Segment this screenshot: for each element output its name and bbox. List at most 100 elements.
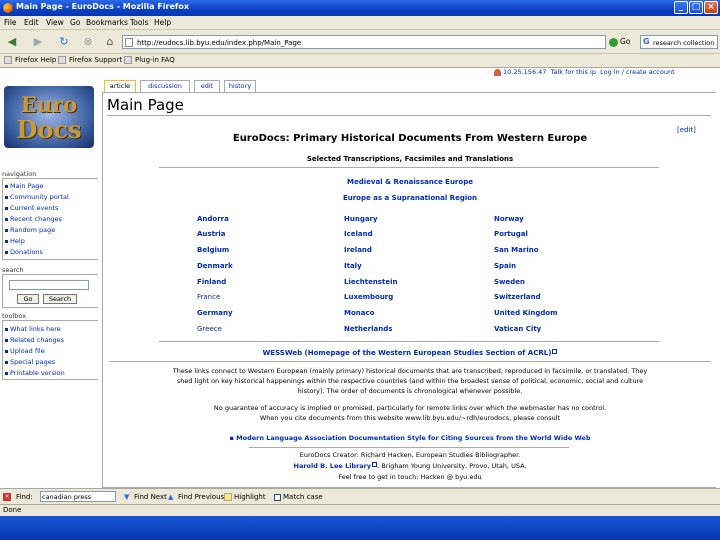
- country-link[interactable]: Norway: [494, 215, 524, 223]
- user-links: 10.25.156.47 Talk for this ip Log in / c…: [494, 68, 675, 76]
- close-button[interactable]: ×: [704, 1, 718, 14]
- wessweb-line: WESSWeb (Homepage of the Western Europea…: [103, 349, 717, 357]
- menu-go[interactable]: Go: [70, 18, 80, 27]
- menu-help[interactable]: Help: [154, 18, 171, 27]
- nav-current-events[interactable]: Current events: [4, 204, 58, 212]
- bookmark-firefox-help[interactable]: Firefox Help: [4, 56, 56, 64]
- full-search-button[interactable]: Search: [43, 294, 77, 304]
- country-link[interactable]: Luxembourg: [344, 293, 393, 301]
- country-link[interactable]: Denmark: [197, 262, 233, 270]
- country-link[interactable]: Italy: [344, 262, 362, 270]
- tab-history[interactable]: history: [224, 80, 256, 92]
- country-link[interactable]: France: [197, 293, 220, 301]
- tab-discussion[interactable]: discussion: [140, 80, 190, 92]
- country-link[interactable]: Spain: [494, 262, 516, 270]
- country-link[interactable]: Hungary: [344, 215, 378, 223]
- country-link[interactable]: San Marino: [494, 246, 539, 254]
- country-link[interactable]: Finland: [197, 278, 226, 286]
- close-find-icon[interactable]: ×: [3, 493, 11, 501]
- country-link[interactable]: Vatican City: [494, 325, 541, 333]
- country-link[interactable]: Liechtenstein: [344, 278, 397, 286]
- library-text: , Brigham Young University, Provo, Utah,…: [377, 462, 527, 470]
- match-case-label: Match case: [283, 493, 323, 501]
- bookmark-firefox-support[interactable]: Firefox Support: [58, 56, 122, 64]
- country-link[interactable]: Germany: [197, 309, 233, 317]
- tool-printable-version[interactable]: Printable version: [5, 369, 65, 377]
- mla-citation-link[interactable]: Modern Language Association Documentatio…: [236, 434, 590, 442]
- country-link[interactable]: Austria: [197, 230, 226, 238]
- wiki-search-input[interactable]: [9, 280, 89, 290]
- highlight-button[interactable]: Highlight: [224, 493, 266, 501]
- country-link[interactable]: Iceland: [344, 230, 373, 238]
- nav-recent-changes[interactable]: Recent changes: [5, 215, 62, 223]
- tool-what-links-here[interactable]: What links here: [5, 325, 61, 333]
- login-link[interactable]: Log in / create account: [600, 68, 675, 76]
- menu-tools[interactable]: Tools: [130, 18, 148, 27]
- bookmark-label: Firefox Support: [69, 56, 123, 64]
- url-input[interactable]: [137, 37, 597, 48]
- web-search-input[interactable]: [653, 37, 715, 48]
- wessweb-link[interactable]: WESSWeb: [263, 349, 303, 357]
- bookmark-plugin-faq[interactable]: Plug-in FAQ: [124, 56, 175, 64]
- menu-bookmarks[interactable]: Bookmarks: [86, 18, 128, 27]
- tool-special-pages[interactable]: Special pages: [4, 358, 55, 366]
- go-button[interactable]: Go: [609, 35, 639, 49]
- nav-donations[interactable]: Donations: [5, 248, 43, 256]
- country-link[interactable]: Switzerland: [494, 293, 541, 301]
- navigation-heading: navigation: [2, 170, 37, 178]
- status-text: Done: [3, 506, 22, 514]
- nav-main-page[interactable]: Main Page: [4, 182, 43, 190]
- stop-icon[interactable]: ⊗: [80, 34, 96, 50]
- nav-community-portal[interactable]: Community portal: [5, 193, 69, 201]
- talk-link[interactable]: Talk for this ip: [551, 68, 596, 76]
- navigation-toolbar: ◀ ▶ ↻ ⊗ ⌂ Go G: [0, 30, 720, 54]
- bookmark-label: Plug-in FAQ: [135, 56, 175, 64]
- minimize-button[interactable]: _: [674, 1, 688, 14]
- contact-line: Feel free to get in touch: Hacken @ byu.…: [338, 473, 482, 481]
- tab-edit[interactable]: edit: [194, 80, 220, 92]
- menu-view[interactable]: View: [46, 18, 64, 27]
- search-portlet: Go Search: [2, 274, 98, 308]
- tab-article[interactable]: article: [104, 80, 136, 92]
- tool-upload-file[interactable]: Upload file: [5, 347, 45, 355]
- country-link[interactable]: Greece: [197, 325, 222, 333]
- address-bar[interactable]: [122, 35, 606, 49]
- library-line: Harold B. Lee Library , Brigham Young Uni…: [103, 462, 717, 470]
- library-link[interactable]: Harold B. Lee Library: [294, 462, 372, 470]
- tool-related-changes[interactable]: Related changes: [4, 336, 64, 344]
- find-next-button[interactable]: ▼ Find Next: [124, 493, 167, 501]
- nav-random-page[interactable]: Random page: [4, 226, 55, 234]
- match-case-checkbox[interactable]: Match case: [274, 493, 323, 501]
- eurodocs-logo[interactable]: Euro Docs: [4, 86, 94, 148]
- supranational-link[interactable]: Europe as a Supranational Region: [103, 194, 717, 202]
- search-engine-box[interactable]: G: [640, 35, 718, 49]
- user-ip[interactable]: 10.25.156.47: [503, 68, 546, 76]
- country-link[interactable]: Ireland: [344, 246, 372, 254]
- main-content-panel: Main Page [edit] EuroDocs: Primary Histo…: [102, 92, 716, 488]
- window-title: Main Page - EuroDocs - Mozilla Firefox: [16, 2, 190, 11]
- creator-line: EuroDocs Creator: Richard Hacken, Europe…: [299, 451, 521, 459]
- go-search-button[interactable]: Go: [17, 294, 39, 304]
- find-previous-button[interactable]: ▲ Find Previous: [168, 493, 224, 501]
- forward-icon[interactable]: ▶: [30, 34, 46, 50]
- menu-edit[interactable]: Edit: [24, 18, 39, 27]
- main-heading: EuroDocs: Primary Historical Documents F…: [232, 133, 588, 144]
- toolbox-heading: toolbox: [2, 312, 27, 320]
- find-input[interactable]: [40, 491, 116, 502]
- nav-help[interactable]: Help: [5, 237, 25, 245]
- home-icon[interactable]: ⌂: [102, 34, 118, 50]
- medieval-renaissance-link[interactable]: Medieval & Renaissance Europe: [103, 178, 717, 186]
- country-link[interactable]: United Kingdom: [494, 309, 558, 317]
- menu-file[interactable]: File: [4, 18, 17, 27]
- back-icon[interactable]: ◀: [4, 34, 20, 50]
- country-link[interactable]: Netherlands: [344, 325, 392, 333]
- status-bar: Done: [0, 504, 720, 516]
- country-link[interactable]: Belgium: [197, 246, 229, 254]
- country-link[interactable]: Portugal: [494, 230, 528, 238]
- country-link[interactable]: Andorra: [197, 215, 229, 223]
- maximize-button[interactable]: □: [689, 1, 703, 14]
- country-link[interactable]: Sweden: [494, 278, 525, 286]
- sub-heading: Selected Transcriptions, Facsimiles and …: [306, 155, 514, 163]
- country-link[interactable]: Monaco: [344, 309, 374, 317]
- reload-icon[interactable]: ↻: [56, 34, 72, 50]
